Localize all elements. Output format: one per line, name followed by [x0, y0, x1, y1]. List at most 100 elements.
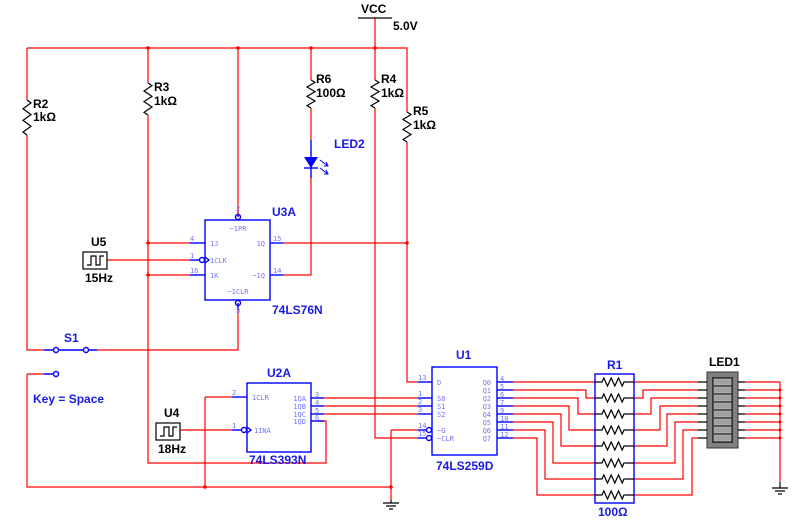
pin-number: 16: [190, 267, 198, 275]
led1-label: LED1: [709, 355, 740, 369]
led2[interactable]: LED2: [304, 137, 365, 178]
square-wave-icon: [87, 255, 104, 266]
resistor-element: [595, 376, 634, 388]
pin-number: 2: [236, 205, 240, 213]
r6-ref: R6: [316, 72, 332, 86]
pin-name: Q1: [483, 387, 491, 395]
pin-name: ~1Q: [252, 272, 265, 280]
inversion-bubble: [425, 426, 433, 434]
led-segment: [713, 378, 732, 386]
u4-ref: U4: [164, 406, 180, 420]
pin-number: 4: [315, 399, 319, 407]
junction-dot: [778, 420, 782, 424]
pin-number: 1: [232, 422, 236, 430]
pin-name: Q5: [483, 419, 491, 427]
pin-name: Q2: [483, 395, 491, 403]
pin-name: 1QA: [293, 395, 306, 403]
junction-dot: [778, 396, 782, 400]
led2-label: LED2: [334, 137, 365, 151]
pin-number: 10: [500, 415, 508, 423]
u4-freq: 18Hz: [158, 442, 186, 456]
led-segment: [713, 434, 732, 442]
junction-dot: [203, 485, 207, 489]
vcc-source[interactable]: VCC 5.0V: [358, 2, 418, 33]
s1-switch[interactable]: S1 Key = Space: [33, 331, 104, 406]
led-segment: [713, 426, 732, 434]
pin-name: Q4: [483, 411, 491, 419]
junction-dot: [236, 46, 240, 50]
led-segment: [713, 394, 732, 402]
pin-name: ~1CLR: [227, 288, 249, 296]
s1-key: Key = Space: [33, 392, 104, 406]
pin-name: Q7: [483, 435, 491, 443]
pin-number: 4: [190, 235, 194, 243]
u2a-counter[interactable]: U2A 74LS393N 21CLR11INA31QA 41QB 51QC 61QD: [232, 366, 324, 467]
junction-dot: [146, 273, 150, 277]
r4-ref: R4: [381, 72, 397, 86]
square-wave-icon: [160, 426, 177, 437]
junction-dot: [778, 412, 782, 416]
junction-dot: [778, 428, 782, 432]
pin-name: ~CLR: [437, 435, 455, 443]
pin-number: 2: [232, 389, 236, 397]
pin-number: 7: [500, 399, 504, 407]
u5-freq: 15Hz: [85, 271, 113, 285]
pin-number: 3: [315, 391, 319, 399]
pin-name: 1J: [210, 240, 218, 248]
r6-value: 100Ω: [316, 86, 346, 100]
pin-number: 4: [500, 375, 504, 383]
pin-number: 11: [500, 423, 508, 431]
pin-name: Q0: [483, 379, 491, 387]
junction-dot: [405, 241, 409, 245]
led-segment: [713, 418, 732, 426]
vcc-label: VCC: [361, 2, 387, 16]
pin-number: 14: [273, 267, 281, 275]
led-segment: [713, 386, 732, 394]
u1-latch[interactable]: U1 74LS259D 13 D 1 S0 2 S1 3 S2 14 ~G 15 ~CLR 4 Q0 5 Q1…: [418, 348, 513, 473]
u1-ref: U1: [456, 348, 472, 362]
pin-number: 14: [418, 422, 426, 430]
led-segment: [713, 402, 732, 410]
pin-name: S0: [437, 395, 445, 403]
u3a-jk-flipflop[interactable]: U3A 74LS76N 4 1J 1 1CLK 16 1K 15 1Q 14 ~1Q 2 ~1PR 3 ~…: [190, 205, 323, 317]
resistor-element: [595, 408, 634, 420]
resistor-element: [595, 473, 634, 485]
junction-dot: [778, 436, 782, 440]
r2-value: 1kΩ: [33, 110, 56, 124]
pin-name: 1Q: [257, 240, 265, 248]
r1-ref: R1: [607, 358, 623, 372]
pin-number: 15: [418, 430, 426, 438]
junction-dot: [389, 485, 393, 489]
components: [21, 79, 413, 143]
pin-number: 15: [273, 235, 281, 243]
pin-name: ~1PR: [230, 225, 248, 233]
junction-dot: [309, 46, 313, 50]
inversion-bubble: [240, 426, 248, 434]
schematic: VCC 5.0V R2 1kΩ R3 1kΩ R6 100Ω R4 1kΩ R5…: [21, 2, 788, 519]
pin-name: 1CLK: [210, 257, 228, 265]
ground-u1: [383, 500, 399, 510]
pin-name: 1CLR: [252, 394, 270, 402]
pin-name: 1INA: [254, 427, 272, 435]
resistor-element: [595, 440, 634, 452]
u5-ref: U5: [91, 235, 107, 249]
pin-name: Q6: [483, 427, 491, 435]
vcc-voltage: 5.0V: [393, 19, 418, 33]
u4-clock-source[interactable]: U4 18Hz: [155, 406, 186, 456]
led-segment: [713, 410, 732, 418]
junction-dot: [373, 46, 377, 50]
pin-name: ~G: [437, 427, 445, 435]
led1-bargraph[interactable]: LED1: [698, 355, 745, 449]
pin-number: 5: [500, 383, 504, 391]
resistor-element: [595, 392, 634, 404]
pin-name: D: [437, 379, 441, 387]
u2a-part: 74LS393N: [249, 453, 306, 467]
pin-name: 1QB: [293, 403, 306, 411]
pin-number: 9: [500, 407, 504, 415]
r1-resistor-network[interactable]: R1 100Ω: [594, 358, 635, 519]
pin-number: 1: [418, 390, 422, 398]
resistor-element: [595, 457, 634, 469]
pin-number: 6: [315, 414, 319, 422]
pin-number: 12: [500, 431, 508, 439]
diode-icon: [304, 157, 318, 168]
